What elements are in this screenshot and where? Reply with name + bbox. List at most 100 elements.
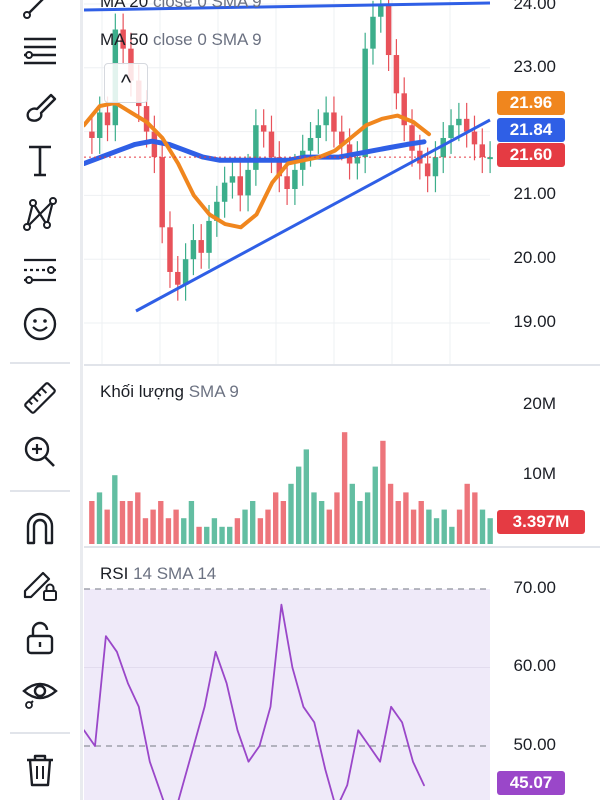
emoji-tool[interactable] (14, 302, 66, 346)
volume-bar (410, 509, 417, 544)
rsi-legend-name: RSI (100, 564, 129, 583)
volume-bar (127, 501, 133, 544)
candle (456, 118, 462, 126)
price-axis-tick: 20.00 (513, 248, 556, 267)
trend-line-tool[interactable] (14, 0, 66, 24)
volume-pane: Khối lượng SMA 9 20M 10M 3.397M (84, 366, 600, 546)
drawing-toolbar (0, 0, 83, 800)
price-axis-tick: 24.00 (513, 0, 556, 13)
candle (221, 182, 228, 202)
candle (190, 240, 197, 260)
projection-icon (24, 258, 56, 284)
candle (315, 125, 322, 138)
volume-bar (158, 501, 164, 544)
volume-bar (188, 501, 195, 544)
rsi-band (84, 589, 490, 800)
volume-bar (135, 492, 141, 544)
volume-bar (272, 492, 279, 544)
ma50-value-badge: 21.84 (497, 118, 565, 142)
volume-legend[interactable]: Khối lượng SMA 9 (100, 382, 239, 402)
text-tool[interactable] (14, 138, 66, 182)
volume-bar (349, 483, 355, 544)
zoom-in-icon (24, 436, 55, 467)
candle (198, 240, 204, 253)
candle (96, 112, 103, 138)
volume-value-badge: 3.397M (497, 510, 585, 534)
zoom-tool[interactable] (14, 430, 66, 474)
volume-legend-name: Khối lượng (100, 382, 184, 401)
magnet-tool[interactable] (14, 506, 66, 550)
volume-bar (257, 518, 264, 544)
candle (245, 169, 251, 196)
price-chart[interactable] (84, 0, 600, 364)
candle (237, 176, 243, 196)
volume-bar (372, 466, 378, 544)
price-axis-tick: 23.00 (513, 57, 556, 76)
price-axis-tick: 21.00 (513, 184, 556, 203)
volume-bar (173, 509, 179, 544)
brush-tool[interactable] (14, 84, 66, 128)
volume-bar (403, 492, 409, 544)
projection-tool[interactable] (14, 248, 66, 292)
volume-bar (112, 475, 118, 544)
volume-bar (479, 509, 486, 544)
volume-bar (204, 526, 210, 544)
volume-bar (150, 509, 156, 544)
volume-bar (96, 492, 103, 544)
candle (370, 16, 376, 49)
ma50-legend[interactable]: MA 50 close 0 SMA 9 (100, 30, 262, 50)
fib-retracement-icon (24, 37, 56, 65)
emoji-icon (23, 307, 57, 341)
collapse-legend-button[interactable]: ^ (104, 63, 148, 103)
volume-legend-params: SMA 9 (188, 382, 239, 401)
volume-bar (326, 509, 332, 544)
candle (260, 125, 267, 132)
pattern-icon (23, 197, 57, 231)
volume-bar (89, 501, 95, 544)
volume-bar (142, 518, 149, 544)
volume-bar (341, 432, 348, 544)
volume-bar (357, 501, 363, 544)
ma20-legend[interactable]: MA 20 close 0 SMA 9 (100, 0, 262, 12)
volume-bar (265, 509, 271, 544)
volume-bar (211, 518, 218, 544)
volume-bar (395, 501, 401, 544)
volume-bar (433, 518, 440, 544)
candle (182, 259, 189, 285)
ma50-legend-name: MA 50 (100, 30, 149, 49)
candle (362, 48, 368, 158)
volume-bar (418, 501, 424, 544)
volume-bar (464, 483, 470, 544)
rsi-axis-tick: 50.00 (513, 735, 556, 754)
volume-bar (165, 518, 172, 544)
volume-axis-tick: 10M (522, 464, 556, 483)
volume-bar (426, 509, 432, 544)
toolbar-divider (10, 362, 70, 364)
volume-bar (303, 449, 310, 544)
volume-bar (487, 518, 493, 544)
volume-bar (318, 501, 325, 544)
candle (463, 118, 470, 132)
delete-tool[interactable] (14, 748, 66, 792)
lock-drawing-tool[interactable] (14, 562, 66, 606)
candle (229, 176, 236, 183)
unlock-tool[interactable] (14, 616, 66, 660)
volume-bar (441, 509, 447, 544)
rsi-pane: RSI 14 SMA 14 70.00 60.00 50.00 45.07 (84, 548, 600, 800)
ruler-icon (24, 382, 56, 414)
unlock-icon (26, 621, 54, 655)
trash-icon (27, 754, 53, 787)
pencil-lock-icon (23, 571, 57, 601)
ma20-legend-params: close 0 SMA 9 (152, 0, 262, 11)
fib-retracement-tool[interactable] (14, 28, 66, 72)
candle (432, 157, 439, 177)
ma20-value-badge: 21.96 (497, 91, 565, 115)
volume-bar (104, 509, 110, 544)
candle (159, 157, 165, 228)
volume-bar (472, 492, 478, 544)
ruler-tool[interactable] (14, 376, 66, 420)
rsi-axis-tick: 60.00 (513, 656, 556, 675)
rsi-legend[interactable]: RSI 14 SMA 14 (100, 564, 216, 584)
visibility-tool[interactable] (14, 670, 66, 714)
pattern-tool[interactable] (14, 192, 66, 236)
